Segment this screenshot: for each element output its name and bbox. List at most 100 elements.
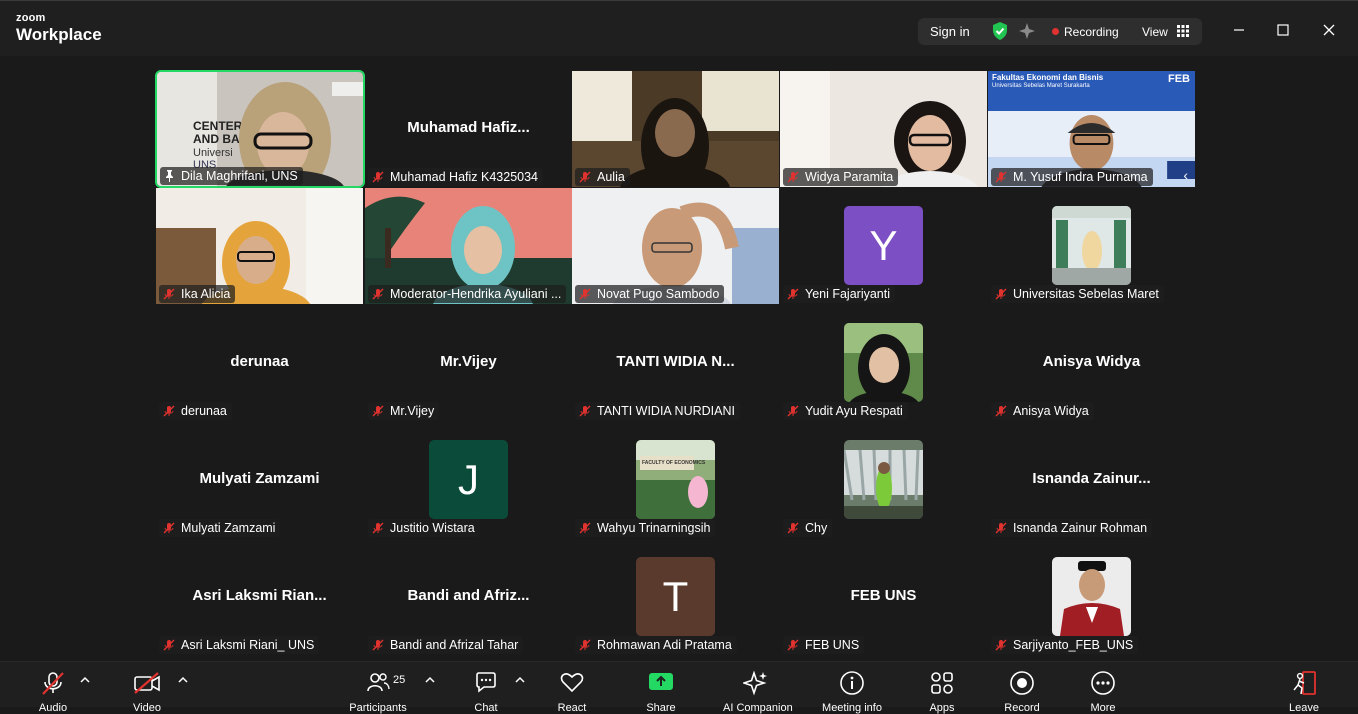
participant-tile[interactable]: Novat Pugo Sambodo bbox=[572, 188, 779, 304]
participant-nametag: Universitas Sebelas Maret bbox=[991, 285, 1164, 303]
react-button[interactable]: React bbox=[558, 670, 586, 714]
participant-tile[interactable]: Y Yeni Fajariyanti bbox=[780, 188, 987, 304]
leave-label: Leave bbox=[1289, 702, 1319, 714]
participant-nametag: Justitio Wistara bbox=[368, 519, 480, 537]
share-button[interactable]: Share bbox=[646, 670, 676, 714]
participant-tile[interactable]: Bandi and Afriz... Bandi and Afrizal Tah… bbox=[365, 539, 572, 655]
participants-count-badge: 25 bbox=[393, 674, 406, 686]
participant-nametag: Muhamad Hafiz K4325034 bbox=[368, 168, 544, 186]
muted-mic-icon bbox=[163, 288, 175, 300]
heart-icon bbox=[560, 673, 584, 693]
svg-text:CENTER: CENTER bbox=[193, 119, 243, 133]
participant-tile[interactable]: Mulyati Zamzami Mulyati Zamzami bbox=[156, 422, 363, 538]
participant-tile[interactable]: FACULTY OF ECONOMICS Wahyu Trinarningsih bbox=[572, 422, 779, 538]
participant-display-name: Anisya Widya bbox=[1042, 353, 1141, 370]
maximize-button[interactable] bbox=[1270, 17, 1296, 43]
participant-name: Yeni Fajariyanti bbox=[805, 287, 891, 301]
react-label: React bbox=[557, 702, 587, 714]
muted-mic-icon bbox=[372, 288, 384, 300]
muted-mic-icon bbox=[995, 288, 1007, 300]
apps-button[interactable]: Apps bbox=[929, 670, 955, 714]
share-screen-icon bbox=[649, 673, 673, 690]
muted-mic-icon bbox=[995, 171, 1007, 183]
more-icon bbox=[1091, 671, 1115, 695]
muted-mic-icon bbox=[579, 639, 591, 651]
participant-display-name: Isnanda Zainur... bbox=[1032, 470, 1151, 487]
participant-tile[interactable]: CENTER AND BA Universi UNS Dila Maghrifa… bbox=[155, 70, 365, 188]
participant-nametag: Mulyati Zamzami bbox=[159, 519, 281, 537]
participant-tile[interactable]: J Justitio Wistara bbox=[365, 422, 572, 538]
muted-mic-icon bbox=[372, 405, 384, 417]
audio-options-chevron-icon[interactable] bbox=[80, 676, 90, 684]
participant-tile[interactable]: Aulia bbox=[572, 71, 779, 187]
ai-sparkle-icon bbox=[741, 670, 767, 696]
participant-name: Yudit Ayu Respati bbox=[805, 404, 903, 418]
banner-line-1: Fakultas Ekonomi dan Bisnis bbox=[992, 73, 1104, 82]
participant-tile[interactable]: Widya Paramita bbox=[780, 71, 987, 187]
participant-display-name: Bandi and Afriz... bbox=[407, 587, 530, 604]
video-button[interactable]: Video bbox=[133, 670, 161, 714]
recording-label: Recording bbox=[1064, 25, 1119, 39]
audio-button[interactable]: Audio bbox=[39, 670, 67, 714]
participants-options-chevron-icon[interactable] bbox=[425, 676, 435, 684]
participant-tile[interactable]: T Rohmawan Adi Pratama bbox=[572, 539, 779, 655]
participant-nametag: Wahyu Trinarningsih bbox=[575, 519, 716, 537]
svg-text:AND BA: AND BA bbox=[193, 132, 240, 146]
brand-bottom: Workplace bbox=[16, 25, 102, 44]
participant-tile[interactable]: Sarjiyanto_FEB_UNS bbox=[988, 539, 1195, 655]
encryption-shield-icon[interactable] bbox=[990, 21, 1010, 46]
muted-mic-icon bbox=[579, 522, 591, 534]
participant-tile[interactable]: derunaa derunaa bbox=[156, 305, 363, 421]
participant-tile[interactable]: FEB UNS FEB UNS bbox=[780, 539, 987, 655]
leave-button[interactable]: Leave bbox=[1289, 670, 1319, 714]
participant-name: TANTI WIDIA NURDIANI bbox=[597, 404, 735, 418]
muted-mic-icon bbox=[787, 639, 799, 651]
muted-mic-icon bbox=[42, 672, 64, 695]
participant-name: Aulia bbox=[597, 170, 625, 184]
record-label: Record bbox=[1004, 702, 1040, 714]
view-button[interactable]: View bbox=[1142, 25, 1190, 39]
participant-tile[interactable]: Yudit Ayu Respati bbox=[780, 305, 987, 421]
meeting-info-button[interactable]: Meeting info bbox=[822, 670, 882, 714]
status-pill: Sign in Recording View bbox=[918, 18, 1202, 45]
chat-button[interactable]: Chat bbox=[474, 670, 498, 714]
video-options-chevron-icon[interactable] bbox=[178, 676, 188, 684]
recording-indicator[interactable]: Recording bbox=[1052, 25, 1119, 39]
participant-display-name: TANTI WIDIA N... bbox=[616, 353, 735, 370]
minimize-button[interactable] bbox=[1226, 17, 1252, 43]
participant-tile[interactable]: TANTI WIDIA N... TANTI WIDIA NURDIANI bbox=[572, 305, 779, 421]
record-icon bbox=[1010, 671, 1034, 695]
participant-tile[interactable]: Fakultas Ekonomi dan Bisnis Universitas … bbox=[988, 71, 1196, 187]
chat-options-chevron-icon[interactable] bbox=[515, 676, 525, 684]
next-page-chevron-icon[interactable]: ‹ bbox=[1183, 167, 1188, 183]
participant-nametag: Widya Paramita bbox=[783, 168, 899, 186]
muted-mic-icon bbox=[995, 639, 1007, 651]
participant-tile[interactable]: Chy bbox=[780, 422, 987, 538]
ai-sparkle-icon[interactable] bbox=[1017, 21, 1037, 46]
participant-tile[interactable]: Moderator-Hendrika Ayuliani ... bbox=[365, 188, 572, 304]
participant-tile[interactable]: Muhamad Hafiz... Muhamad Hafiz K4325034 bbox=[365, 71, 572, 187]
participant-nametag: Ika Alicia bbox=[159, 285, 236, 303]
participant-tile[interactable]: Isnanda Zainur... Isnanda Zainur Rohman bbox=[988, 422, 1195, 538]
brand-top: zoom bbox=[16, 12, 46, 24]
banner-text: Fakultas Ekonomi dan Bisnis Universitas … bbox=[992, 73, 1103, 90]
participant-nametag: Sarjiyanto_FEB_UNS bbox=[991, 636, 1139, 654]
muted-mic-icon bbox=[787, 522, 799, 534]
participant-nametag: FEB UNS bbox=[783, 636, 865, 654]
close-button[interactable] bbox=[1316, 17, 1342, 43]
participants-button[interactable]: Participants bbox=[349, 670, 407, 714]
record-button[interactable]: Record bbox=[1004, 670, 1040, 714]
ai-companion-button[interactable]: AI Companion bbox=[723, 670, 793, 714]
participant-tile[interactable]: Asri Laksmi Rian... Asri Laksmi Riani_ U… bbox=[156, 539, 363, 655]
participant-tile[interactable]: Ika Alicia bbox=[156, 188, 363, 304]
muted-mic-icon bbox=[163, 405, 175, 417]
participant-tile[interactable]: Universitas Sebelas Maret bbox=[988, 188, 1195, 304]
sign-in-button[interactable]: Sign in bbox=[930, 24, 970, 39]
participant-tile[interactable]: Mr.Vijey Mr.Vijey bbox=[365, 305, 572, 421]
share-label: Share bbox=[646, 702, 676, 714]
svg-text:Universi: Universi bbox=[193, 147, 233, 159]
more-button[interactable]: More bbox=[1090, 670, 1116, 714]
participant-nametag: M. Yusuf Indra Purnama bbox=[991, 168, 1153, 186]
avatar-photo bbox=[636, 440, 715, 519]
participant-tile[interactable]: Anisya Widya Anisya Widya bbox=[988, 305, 1195, 421]
